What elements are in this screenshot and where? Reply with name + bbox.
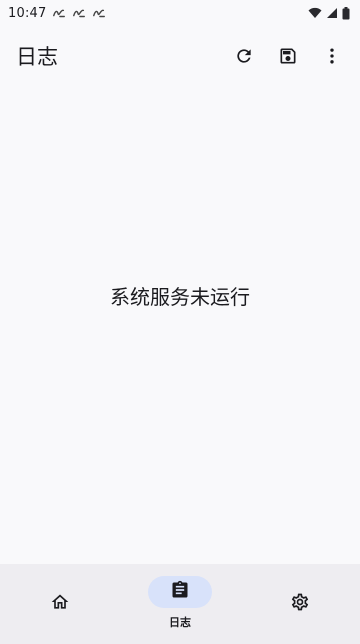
page-title: 日志	[16, 45, 58, 69]
app-bar: 日志	[0, 34, 360, 78]
bottom-navigation: 日志	[0, 564, 360, 644]
status-time: 10:47	[8, 5, 47, 21]
nav-pill-active	[148, 576, 212, 608]
status-bar: 10:47	[0, 0, 360, 26]
wifi-icon	[308, 7, 322, 19]
notification-icon	[52, 6, 66, 20]
app-bar-actions	[222, 34, 354, 78]
nav-item-settings[interactable]	[240, 564, 360, 644]
status-left: 10:47	[8, 6, 106, 21]
gear-icon	[290, 592, 310, 616]
nav-label: 日志	[169, 616, 191, 629]
clipboard-icon	[170, 580, 190, 604]
save-icon	[278, 46, 298, 66]
save-button[interactable]	[266, 34, 310, 78]
notification-icon	[92, 6, 106, 20]
signal-icon	[326, 7, 338, 19]
refresh-icon	[234, 46, 254, 66]
more-vert-icon	[322, 46, 342, 66]
battery-icon	[342, 6, 350, 20]
refresh-button[interactable]	[222, 34, 266, 78]
nav-item-logs[interactable]: 日志	[120, 564, 240, 644]
notification-icon	[72, 6, 86, 20]
nav-item-home[interactable]	[0, 564, 120, 644]
nav-pill	[28, 588, 92, 620]
status-right	[308, 6, 350, 20]
home-icon	[50, 592, 70, 616]
more-options-button[interactable]	[310, 34, 354, 78]
empty-state-message: 系统服务未运行	[110, 284, 250, 309]
screen: 10:47 日志 系统服务未运行 日志	[0, 0, 360, 644]
nav-pill	[268, 588, 332, 620]
main-content: 系统服务未运行	[0, 78, 360, 564]
